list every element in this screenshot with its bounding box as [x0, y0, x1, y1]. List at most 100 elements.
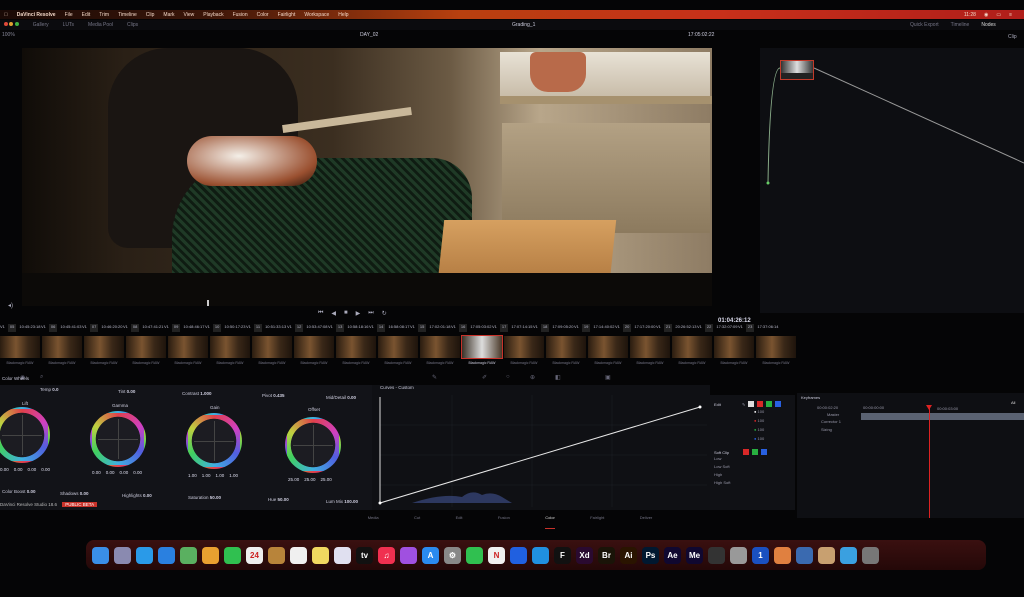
dock-app-app-store[interactable]: A — [422, 546, 439, 564]
clip-thumbnail[interactable]: Blackmagic RAW — [546, 336, 586, 372]
highlights-value[interactable]: 0.00 — [143, 493, 152, 498]
sizing-icon[interactable]: ▣ — [605, 374, 611, 381]
reverse-icon[interactable]: ◀ — [331, 310, 336, 317]
clip-thumbnail[interactable]: Blackmagic RAW — [294, 336, 334, 372]
dock-app-safari[interactable] — [136, 546, 153, 564]
track-corrector[interactable]: Corrector 1 — [821, 419, 841, 424]
saturation-value[interactable]: 50.00 — [210, 495, 221, 500]
menu-fusion[interactable]: Fusion — [233, 12, 248, 18]
menu-playback[interactable]: Playback — [203, 12, 223, 18]
keyframe-filter[interactable]: All — [1011, 400, 1015, 405]
loop-icon[interactable]: ↻ — [382, 310, 387, 317]
lum-mix-value[interactable]: 100.00 — [344, 499, 358, 504]
clip-thumbnail[interactable]: Blackmagic RAW — [336, 336, 376, 372]
dock-app-launchpad[interactable] — [114, 546, 131, 564]
clip-thumbnail[interactable]: Blackmagic RAW — [588, 336, 628, 372]
dock-app-adobe-xd[interactable]: Xd — [576, 546, 593, 564]
clip-thumbnail[interactable]: Blackmagic RAW — [630, 336, 670, 372]
menu-fairlight[interactable]: Fairlight — [278, 12, 296, 18]
clip-thumbnail[interactable]: Blackmagic RAW — [672, 336, 712, 372]
skip-end-icon[interactable]: ⏭ — [368, 310, 373, 317]
clip-thumbnail[interactable]: Blackmagic RAW — [0, 336, 40, 372]
keyframe-playhead[interactable] — [929, 405, 930, 518]
menu-file[interactable]: File — [65, 12, 73, 18]
dock-app-podcasts[interactable] — [400, 546, 417, 564]
curves-tool-icon[interactable]: ✎ — [432, 374, 437, 381]
menu-edit[interactable]: Edit — [82, 12, 91, 18]
menu-clip[interactable]: Clip — [146, 12, 155, 18]
clips-button[interactable]: Clips — [127, 22, 138, 28]
dock-app-preview[interactable] — [818, 546, 835, 564]
dock-app-photos[interactable] — [202, 546, 219, 564]
menu-app-name[interactable]: DaVinci Resolve — [17, 12, 56, 18]
gallery-button[interactable]: Gallery — [33, 22, 49, 28]
dock-app-app-cyan[interactable] — [532, 546, 549, 564]
dock-app-calendar[interactable]: 24 — [246, 546, 263, 564]
dock-app-app-gray[interactable] — [730, 546, 747, 564]
dock-app-freeform[interactable] — [334, 546, 351, 564]
clock[interactable]: 11:28 — [964, 12, 976, 18]
dock-app-finder[interactable] — [92, 546, 109, 564]
dock-app-adobe-bridge[interactable]: Br — [598, 546, 615, 564]
luts-button[interactable]: LUTs — [63, 22, 74, 28]
stop-icon[interactable]: ■ — [344, 310, 348, 317]
battery-icon[interactable]: ▭ — [996, 12, 1001, 18]
offset-wheel[interactable] — [285, 417, 341, 473]
video-viewer[interactable] — [22, 48, 712, 306]
clip-thumbnail[interactable]: Blackmagic RAW — [210, 336, 250, 372]
zoom-level[interactable]: 100% — [2, 32, 15, 38]
playhead-scrubber[interactable] — [207, 300, 209, 306]
clip-thumbnail[interactable]: Blackmagic RAW — [252, 336, 292, 372]
eyedropper-icon[interactable]: ✎ — [742, 402, 745, 407]
offset-values[interactable]: 25.00 25.00 25.00 — [288, 477, 332, 482]
page-tab-deliver[interactable]: Deliver — [640, 515, 652, 529]
dock-app-notion[interactable]: N — [488, 546, 505, 564]
gain-values[interactable]: 1.00 1.00 1.00 1.00 — [188, 473, 238, 478]
page-tab-fusion[interactable]: Fusion — [498, 515, 510, 529]
hue-value[interactable]: 50.00 — [278, 497, 289, 502]
temp-value[interactable]: 0.0 — [52, 387, 58, 392]
clip-thumbnail[interactable]: Blackmagic RAW — [378, 336, 418, 372]
clip-mode-label[interactable]: Clip — [1008, 34, 1017, 40]
menu-timeline[interactable]: Timeline — [118, 12, 137, 18]
page-tab-color[interactable]: Color — [545, 515, 555, 529]
corrector-node[interactable] — [780, 60, 814, 80]
dock-app-adobe-after-effects[interactable]: Ae — [664, 546, 681, 564]
page-tab-fairlight[interactable]: Fairlight — [590, 515, 604, 529]
dock-app-downloads-folder[interactable] — [840, 546, 857, 564]
dock-app-maps[interactable] — [180, 546, 197, 564]
dock-app-adobe-photoshop[interactable]: Ps — [642, 546, 659, 564]
intensity-r[interactable]: 100 — [758, 418, 765, 423]
timeline-button[interactable]: Timeline — [951, 22, 970, 28]
intensity-b[interactable]: 100 — [758, 436, 765, 441]
menu-view[interactable]: View — [184, 12, 195, 18]
menu-workspace[interactable]: Workspace — [304, 12, 329, 18]
dock-app-notes[interactable] — [312, 546, 329, 564]
dock-app-music[interactable]: ♫ — [378, 546, 395, 564]
menu-help[interactable]: Help — [338, 12, 348, 18]
clip-thumbnail[interactable]: Blackmagic RAW — [420, 336, 460, 372]
audio-icon[interactable]: ◂) — [8, 302, 13, 309]
channel-b[interactable] — [775, 401, 782, 407]
tint-value[interactable]: 0.00 — [127, 389, 136, 394]
dock-app-trash[interactable] — [862, 546, 879, 564]
window-icon[interactable]: ○ — [506, 374, 510, 380]
dock-app-facetime[interactable] — [224, 546, 241, 564]
nodes-button[interactable]: Nodes — [981, 22, 995, 28]
dock-app-quicktime[interactable] — [796, 546, 813, 564]
clip-thumbnail[interactable]: Blackmagic RAW — [168, 336, 208, 372]
clip-thumbnail[interactable]: Blackmagic RAW — [84, 336, 124, 372]
node-editor[interactable] — [760, 48, 1024, 313]
tracker-icon[interactable]: ⊕ — [530, 374, 535, 381]
clip-thumbnail[interactable]: Blackmagic RAW — [42, 336, 82, 372]
lift-wheel[interactable] — [0, 407, 50, 463]
pivot-value[interactable]: 0.435 — [273, 393, 284, 398]
menu-color[interactable]: Color — [257, 12, 269, 18]
intensity-g[interactable]: 100 — [758, 427, 765, 432]
dock-app-reminders[interactable] — [290, 546, 307, 564]
page-tab-edit[interactable]: Edit — [456, 515, 463, 529]
clip-thumbnail[interactable]: Blackmagic RAW — [504, 336, 544, 372]
control-center-icon[interactable]: ≡ — [1009, 12, 1012, 18]
dock-app-apple-tv[interactable]: tv — [356, 546, 373, 564]
dock-app-1password[interactable]: 1 — [752, 546, 769, 564]
